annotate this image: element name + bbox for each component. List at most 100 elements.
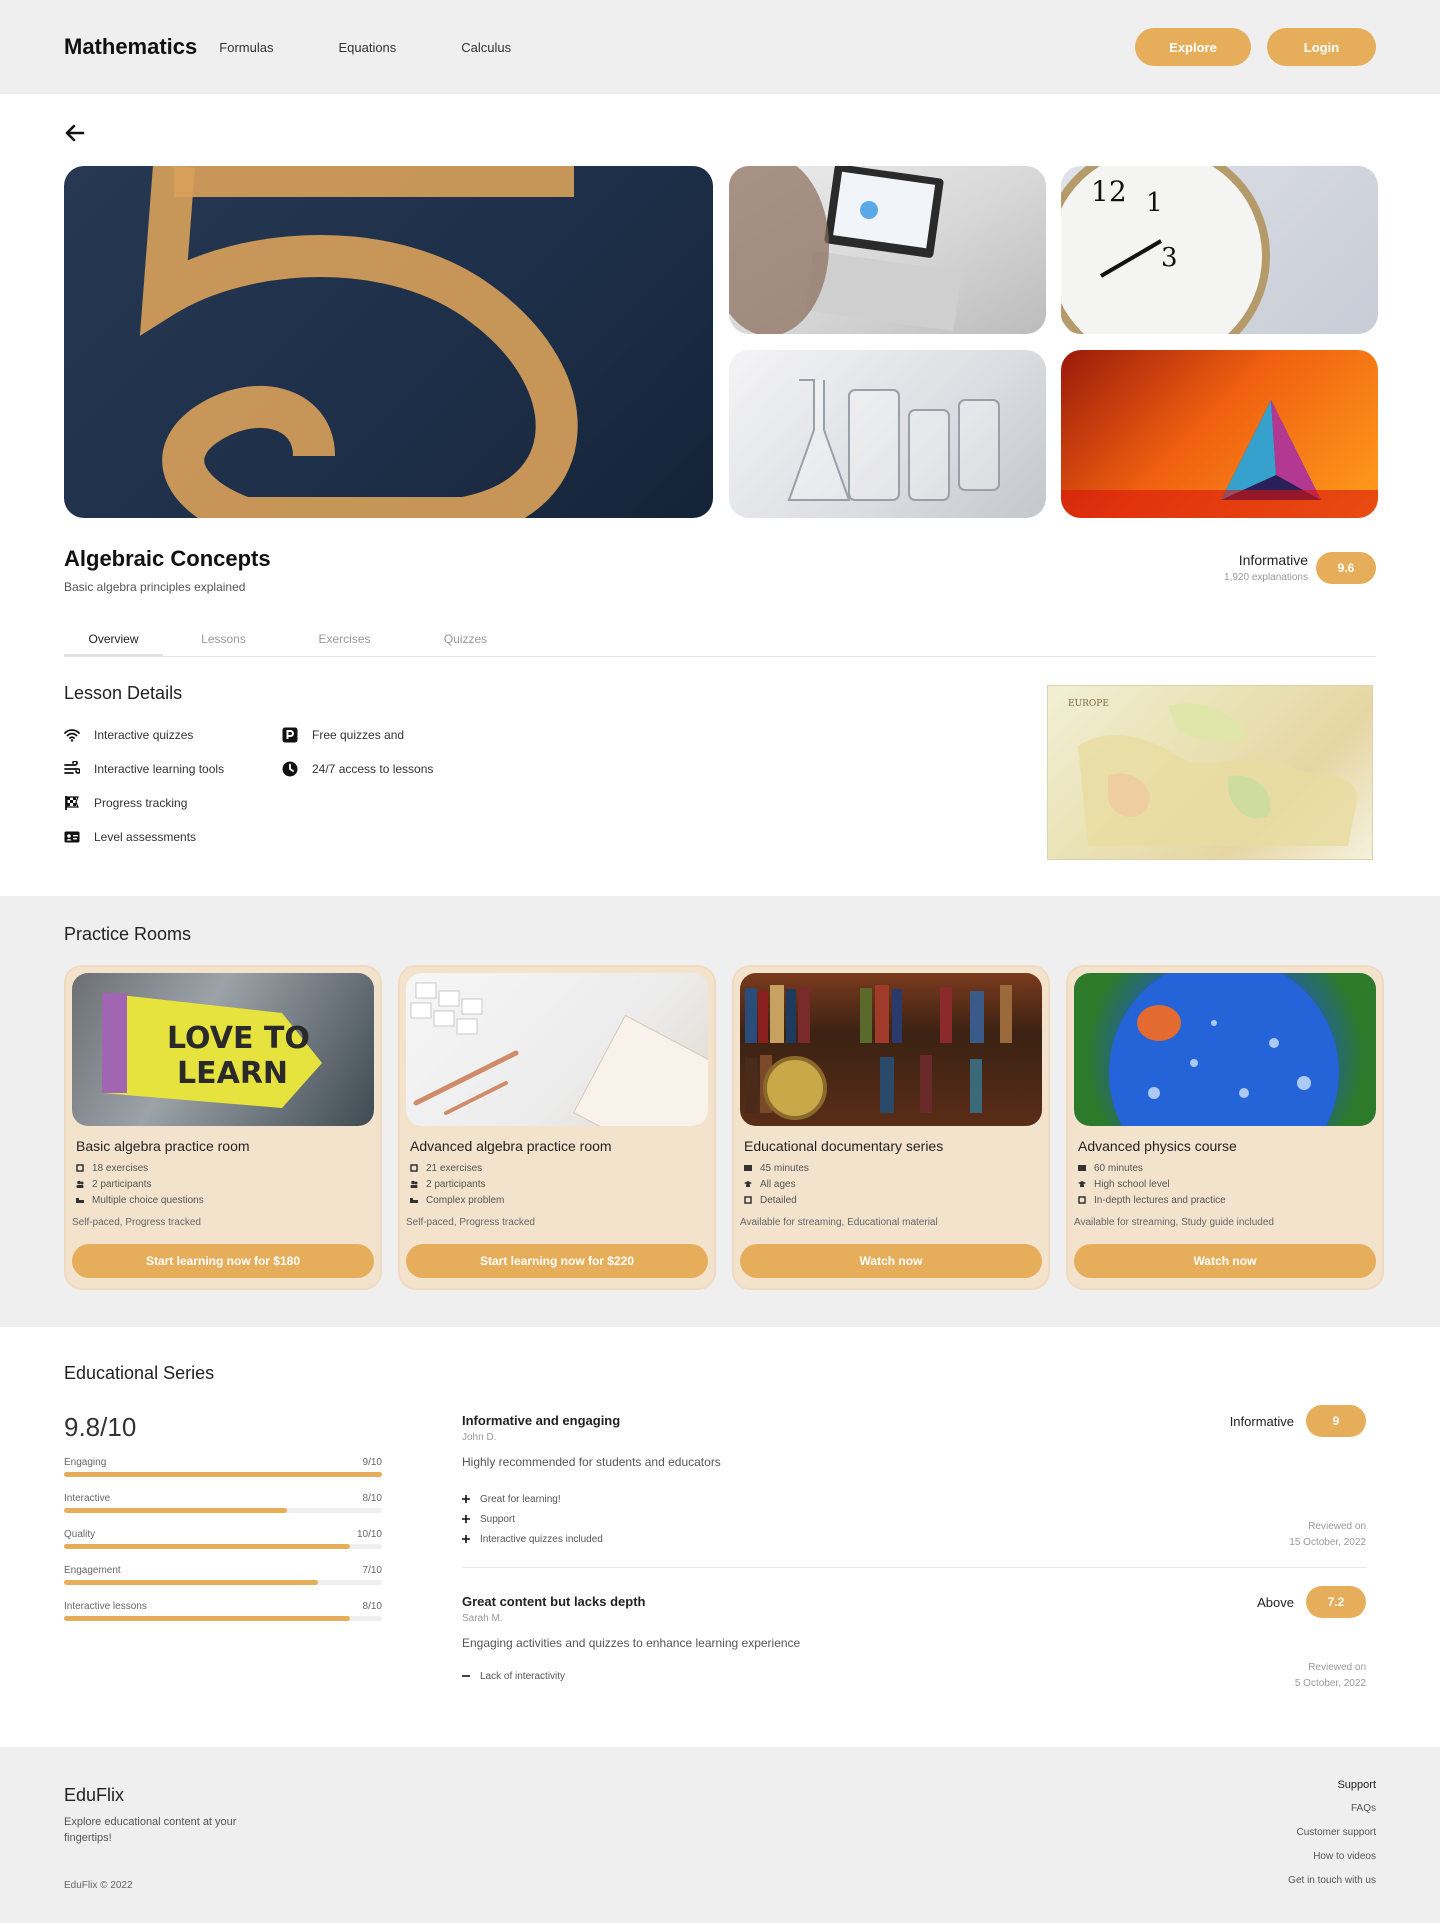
review-author: Sarah M.	[462, 1613, 503, 1624]
graduation-icon	[1078, 1180, 1086, 1188]
review-list: Informative and engaging John D. Highly …	[462, 1405, 1366, 1689]
footer-link-customer-support[interactable]: Customer support	[1288, 1827, 1376, 1851]
graduation-icon	[744, 1180, 752, 1188]
parking-icon	[282, 727, 298, 743]
card-detail: 2 participants	[410, 1176, 708, 1192]
rating-count: 1,920 explanations	[1224, 572, 1308, 583]
reviewed-label: Reviewed on	[1308, 1662, 1366, 1673]
score-bar-label: Quality	[64, 1529, 96, 1540]
footer-brand: EduFlix	[64, 1785, 125, 1805]
id-card-icon	[64, 829, 80, 845]
explore-button[interactable]: Explore	[1135, 28, 1251, 66]
card-detail-text: 60 minutes	[1094, 1162, 1143, 1174]
start-learning-button[interactable]: Start learning now for $220	[406, 1244, 708, 1278]
nav-link-equations[interactable]: Equations	[338, 40, 396, 55]
tab-exercises[interactable]: Exercises	[284, 624, 405, 656]
brand-logo[interactable]: Mathematics	[64, 34, 197, 60]
practice-rooms-title: Practice Rooms	[64, 924, 192, 944]
card-title: Basic algebra practice room	[76, 1138, 250, 1154]
europe-map-image[interactable]: EUROPE	[1047, 685, 1373, 860]
watch-now-button[interactable]: Watch now	[740, 1244, 1042, 1278]
users-icon	[76, 1180, 84, 1188]
card-detail: 2 participants	[76, 1176, 374, 1192]
card-detail-text: 21 exercises	[426, 1162, 483, 1174]
nav-link-formulas[interactable]: Formulas	[219, 40, 273, 55]
score-bar-label: Interactive	[64, 1493, 111, 1504]
score-bar-fill	[64, 1616, 351, 1621]
practice-card[interactable]: Advanced physics course 60 minutes High …	[1066, 965, 1384, 1290]
score-bar: Engaging 9/10	[64, 1457, 382, 1477]
login-button[interactable]: Login	[1267, 28, 1376, 66]
tab-lessons[interactable]: Lessons	[163, 624, 284, 656]
nav-link-calculus[interactable]: Calculus	[461, 40, 511, 55]
score-bar: Quality 10/10	[64, 1529, 382, 1549]
review-divider	[462, 1567, 1366, 1568]
practice-card[interactable]: LOVE TO LEARN Basic algebra practice roo…	[64, 965, 382, 1290]
tab-quizzes[interactable]: Quizzes	[405, 624, 526, 656]
card-detail: 60 minutes	[1078, 1160, 1376, 1176]
back-arrow-icon[interactable]	[64, 122, 86, 144]
card-detail-text: All ages	[760, 1178, 796, 1190]
card-meta: Available for streaming, Educational mat…	[740, 1217, 938, 1228]
card-detail: High school level	[1078, 1176, 1376, 1192]
svg-text:3: 3	[1161, 243, 1178, 273]
tab-overview[interactable]: Overview	[64, 624, 163, 656]
card-image	[406, 973, 708, 1126]
card-title: Educational documentary series	[744, 1138, 944, 1154]
gallery-laptop-image[interactable]	[729, 166, 1046, 334]
feature-label: 24/7 access to lessons	[312, 762, 434, 776]
film-icon	[744, 1164, 752, 1172]
gallery-glassware-image[interactable]	[729, 350, 1046, 518]
footer-link-how-to-videos[interactable]: How to videos	[1288, 1851, 1376, 1875]
card-detail-text: High school level	[1094, 1178, 1170, 1190]
wifi-icon	[64, 727, 80, 743]
gallery-clock-image[interactable]: 12 1 3	[1061, 166, 1378, 334]
review-rating: Informative 9	[1230, 1405, 1366, 1437]
series-title: Educational Series	[64, 1363, 215, 1383]
score-bar-label: Engaging	[64, 1457, 107, 1468]
card-meta: Self-paced, Progress tracked	[72, 1217, 201, 1228]
watch-now-button[interactable]: Watch now	[1074, 1244, 1376, 1278]
review-text: Engaging activities and quizzes to enhan…	[462, 1636, 801, 1650]
card-detail: 45 minutes	[744, 1160, 1042, 1176]
score-bar: Interactive 8/10	[64, 1493, 382, 1513]
footer-link-contact[interactable]: Get in touch with us	[1288, 1875, 1376, 1899]
footer-description: Explore educational content at your fing…	[64, 1816, 237, 1844]
card-detail: 21 exercises	[410, 1160, 708, 1176]
footer-copyright: EduFlix © 2022	[64, 1880, 133, 1891]
nav-actions: Explore Login	[1135, 28, 1376, 66]
page-title: Algebraic Concepts	[64, 546, 271, 571]
review-point-text: Interactive quizzes included	[480, 1533, 603, 1545]
card-detail-text: Complex problem	[426, 1194, 505, 1206]
practice-card[interactable]: Advanced algebra practice room 21 exerci…	[398, 965, 716, 1290]
score-breakdown: Engaging 9/10 Interactive 8/10 Quality 10/1…	[64, 1457, 382, 1621]
bed-icon	[76, 1196, 84, 1204]
review-title: Great content but lacks depth	[462, 1594, 646, 1609]
feature-column-1: Interactive quizzes Interactive learning…	[64, 718, 234, 854]
card-image	[740, 973, 1042, 1126]
card-detail-text: 18 exercises	[92, 1162, 149, 1174]
card-detail-text: Multiple choice questions	[92, 1194, 204, 1206]
practice-card[interactable]: Educational documentary series 45 minute…	[732, 965, 1050, 1290]
footer-link-faqs[interactable]: FAQs	[1288, 1803, 1376, 1827]
review-point-text: Lack of interactivity	[480, 1670, 566, 1682]
score-bar-value: 7/10	[362, 1565, 382, 1576]
film-icon	[1078, 1164, 1086, 1172]
page-subtitle: Basic algebra principles explained	[64, 580, 246, 594]
feature-item: Level assessments	[64, 820, 234, 854]
reviewed-date: 5 October, 2022	[1294, 1678, 1366, 1689]
card-meta: Available for streaming, Study guide inc…	[1074, 1217, 1274, 1228]
bed-icon	[410, 1196, 418, 1204]
square-icon	[744, 1196, 752, 1204]
svg-text:12: 12	[1091, 175, 1127, 208]
score-bar: Interactive lessons 8/10	[64, 1601, 382, 1621]
minus-icon	[462, 1672, 470, 1680]
back-row	[0, 94, 1440, 166]
gallery-prism-image[interactable]	[1061, 350, 1378, 518]
plus-icon	[462, 1495, 470, 1503]
start-learning-button[interactable]: Start learning now for $180	[72, 1244, 374, 1278]
score-bar-label: Interactive lessons	[64, 1601, 147, 1612]
review-pro: Support	[462, 1509, 1366, 1529]
gallery-main-image[interactable]	[64, 166, 713, 518]
score-bar-fill	[64, 1544, 351, 1549]
